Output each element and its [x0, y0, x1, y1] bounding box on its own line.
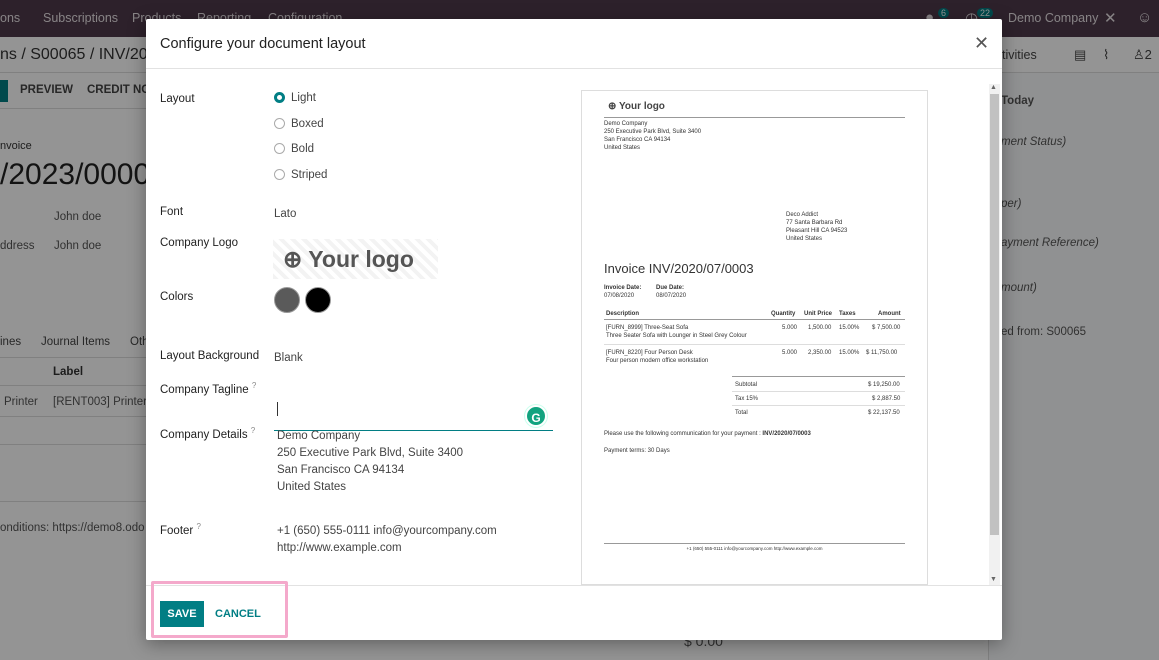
preview-company-address: Demo Company 250 Executive Park Blvd, Sui… [604, 121, 702, 151]
dialog-title: Configure your document layout [160, 36, 366, 52]
scroll-up-icon[interactable]: ▲ [990, 84, 997, 91]
dialog-header: Configure your document layout ✕ [146, 19, 1002, 69]
preview-subtotal: $ 19,250.00 [868, 382, 900, 388]
divider [604, 543, 905, 544]
preview-line-desc: [FURN_8220] Four Person Desk Four person … [606, 350, 709, 364]
divider [604, 319, 905, 320]
layout-option-bold[interactable]: Bold [274, 143, 314, 155]
company-tagline-input[interactable]: G [274, 393, 553, 431]
layout-option-striped[interactable]: Striped [274, 169, 327, 181]
preview-line-desc: [FURN_8999] Three-Seat Sofa Three Seater … [606, 325, 747, 339]
layout-background-select[interactable]: Blank [274, 352, 303, 364]
close-icon[interactable]: ✕ [974, 33, 989, 54]
layout-option-light[interactable]: Light [274, 92, 316, 104]
company-details-field[interactable]: Demo Company 250 Executive Park Blvd, Su… [277, 428, 463, 496]
preview-line-price: 2,350.00 [808, 350, 832, 356]
primary-color-picker[interactable] [274, 287, 300, 313]
secondary-color-picker[interactable] [305, 287, 331, 313]
preview-col-quantity: Quantity [771, 311, 796, 317]
preview-line-amount: $ 7,500.00 [872, 325, 901, 331]
preview-line-tax: 15.00% [839, 325, 860, 331]
preview-line-qty: 5.000 [782, 350, 798, 356]
divider [732, 391, 905, 392]
layout-option-boxed[interactable]: Boxed [274, 118, 324, 130]
preview-col-unit-price: Unit Price [804, 311, 833, 317]
preview-line-amount: $ 11,750.00 [866, 350, 898, 356]
preview-invoice-title: Invoice INV/2020/07/0003 [604, 261, 754, 276]
dialog-body: Layout Light Boxed Bold Striped Font Lat… [146, 70, 1002, 585]
preview-invoice-date: Invoice Date: 07/08/2020 [604, 285, 642, 299]
preview-total-label: Total [735, 410, 748, 416]
divider [732, 405, 905, 406]
scroll-down-icon[interactable]: ▼ [990, 576, 997, 583]
company-logo-upload[interactable]: ⊕ Your logo [273, 239, 438, 279]
highlight-box [151, 581, 288, 638]
company-tagline-label: Company Tagline ? [160, 381, 257, 396]
preview-col-taxes: Taxes [839, 311, 856, 317]
camera-icon: ⊕ [283, 246, 303, 272]
divider [604, 344, 905, 345]
radio-icon[interactable] [274, 143, 285, 154]
dialog-scrollbar[interactable]: ▲ ▼ [989, 84, 1000, 585]
preview-col-description: Description [606, 311, 640, 317]
preview-logo: ⊕ Your logo [608, 101, 665, 112]
radio-selected-icon[interactable] [274, 92, 285, 103]
divider [732, 376, 905, 377]
divider [604, 117, 905, 118]
colors-label: Colors [160, 291, 194, 303]
layout-label: Layout [160, 93, 195, 105]
document-preview: ⊕ Your logo Demo Company 250 Executive Pa… [581, 90, 928, 585]
preview-tax: $ 2,887.50 [872, 396, 901, 402]
preview-subtotal-label: Subtotal [735, 382, 758, 388]
company-logo-label: Company Logo [160, 237, 238, 249]
preview-communication: Please use the following communication f… [604, 431, 811, 437]
preview-tax-label: Tax 15% [735, 396, 759, 402]
footer-label: Footer ? [160, 522, 201, 537]
footer-field[interactable]: +1 (650) 555-0111 info@yourcompany.com h… [277, 523, 497, 557]
preview-payment-terms: Payment terms: 30 Days [604, 448, 670, 454]
preview-line-price: 1,500.00 [808, 325, 832, 331]
font-label: Font [160, 206, 184, 218]
scrollbar-thumb[interactable] [990, 94, 999, 535]
preview-customer-address: Deco Addict 77 Santa Barbara Rd Pleasant H… [786, 212, 848, 242]
help-icon: ? [196, 522, 201, 531]
company-details-label: Company Details ? [160, 426, 256, 441]
layout-background-label: Layout Background [160, 350, 260, 362]
configure-layout-dialog: Configure your document layout ✕ Layout … [146, 19, 1002, 640]
preview-line-qty: 5.000 [782, 325, 798, 331]
preview-total: $ 22,137.50 [868, 410, 900, 416]
radio-icon[interactable] [274, 118, 285, 129]
preview-due-date: Due Date: 08/07/2020 [656, 285, 687, 299]
grammarly-icon[interactable]: G [525, 405, 547, 427]
help-icon: ? [251, 381, 257, 390]
logo-placeholder: Your logo [308, 246, 414, 272]
preview-footer: +1 (650) 555-0111 info@yourcompany.com h… [686, 546, 823, 551]
preview-col-amount: Amount [878, 311, 901, 317]
font-select[interactable]: Lato [274, 208, 296, 220]
text-cursor [277, 402, 278, 416]
help-icon: ? [250, 426, 256, 435]
radio-icon[interactable] [274, 169, 285, 180]
camera-icon: ⊕ [608, 101, 617, 112]
preview-line-tax: 15.00% [839, 350, 860, 356]
